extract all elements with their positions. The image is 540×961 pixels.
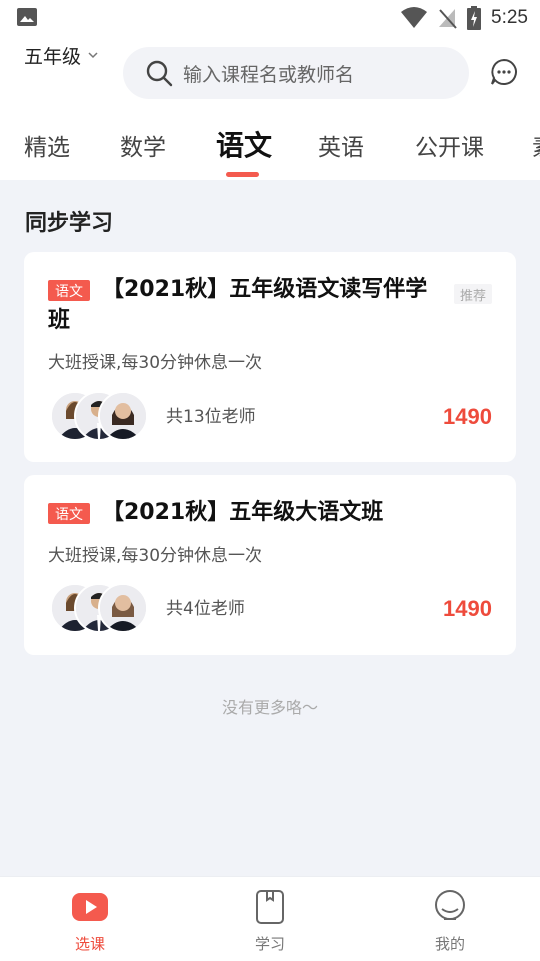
course-card[interactable]: 语文 【2021秋】五年级语文读写伴学班 推荐 大班授课,每30分钟休息一次 共… <box>24 252 516 462</box>
section-title: 同步学习 <box>25 211 114 236</box>
teacher-avatar <box>98 391 148 441</box>
search-icon <box>146 60 173 87</box>
nav-course-select[interactable]: 选课 <box>0 877 180 961</box>
top-panel: 5:25 五年级 输入课程名或教师名 精选 数学 语文 英语 公开课 素 <box>0 0 540 180</box>
course-description: 大班授课,每30分钟休息一次 <box>48 353 263 373</box>
teacher-avatar <box>98 583 148 633</box>
gallery-notification-icon <box>17 8 37 26</box>
status-time: 5:25 <box>491 7 528 28</box>
nav-label: 选课 <box>74 935 105 953</box>
teacher-avatars <box>50 583 150 633</box>
teacher-count: 共4位老师 <box>166 599 245 619</box>
search-bar[interactable]: 输入课程名或教师名 <box>123 47 469 99</box>
play-icon <box>72 893 108 921</box>
recommend-tag: 推荐 <box>454 284 492 304</box>
profile-icon <box>435 890 465 920</box>
tab-partial[interactable]: 素 <box>532 128 540 162</box>
search-placeholder: 输入课程名或教师名 <box>183 63 355 86</box>
teacher-count: 共13位老师 <box>166 407 256 427</box>
chevron-down-icon <box>88 52 98 59</box>
nav-profile[interactable]: 我的 <box>360 877 540 961</box>
teacher-avatars <box>50 391 150 441</box>
grade-selector[interactable]: 五年级 <box>24 42 99 68</box>
nav-study[interactable]: 学习 <box>180 877 360 961</box>
grade-label: 五年级 <box>24 45 82 68</box>
course-title: 【2021秋】五年级大语文班 <box>102 500 384 525</box>
tab-english[interactable]: 英语 <box>318 128 364 162</box>
tab-featured[interactable]: 精选 <box>24 128 70 162</box>
course-description: 大班授课,每30分钟休息一次 <box>48 546 263 566</box>
status-bar: 5:25 <box>0 0 540 36</box>
nav-label: 我的 <box>434 935 465 953</box>
book-icon <box>256 890 284 924</box>
bottom-nav: 选课 学习 我的 <box>0 876 540 961</box>
tab-chinese[interactable]: 语文 <box>216 124 272 164</box>
tab-math[interactable]: 数学 <box>120 128 166 162</box>
wifi-icon <box>401 7 428 28</box>
course-price: 1490 <box>443 596 492 621</box>
course-title: 【2021秋】五年级语文读写伴学班 <box>48 277 428 333</box>
battery-icon <box>467 6 482 30</box>
nav-label: 学习 <box>254 935 285 953</box>
tab-open-class[interactable]: 公开课 <box>415 128 484 162</box>
active-tab-indicator <box>226 172 259 177</box>
no-more-text: 没有更多咯～ <box>221 698 318 717</box>
course-card[interactable]: 语文 【2021秋】五年级大语文班 大班授课,每30分钟休息一次 共4位老师 1… <box>24 475 516 655</box>
subject-tabs: 精选 数学 语文 英语 公开课 素 <box>0 122 540 172</box>
course-price: 1490 <box>443 404 492 429</box>
message-icon[interactable] <box>490 58 518 86</box>
no-signal-icon <box>439 9 457 29</box>
